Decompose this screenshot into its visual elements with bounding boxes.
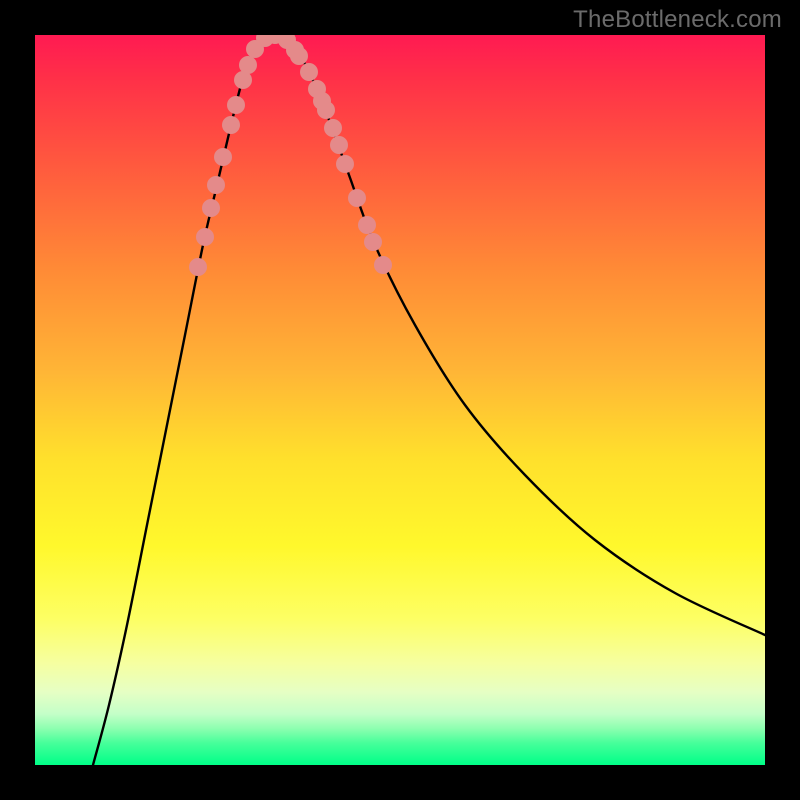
curve-markers	[190, 35, 392, 276]
data-marker	[215, 149, 232, 166]
data-marker	[228, 97, 245, 114]
data-marker	[337, 156, 354, 173]
data-marker	[349, 190, 366, 207]
data-marker	[235, 72, 252, 89]
data-marker	[301, 64, 318, 81]
data-marker	[190, 259, 207, 276]
data-marker	[331, 137, 348, 154]
data-marker	[291, 48, 308, 65]
curve-left-branch	[93, 35, 275, 765]
watermark-text: TheBottleneck.com	[573, 6, 782, 34]
data-marker	[208, 177, 225, 194]
data-marker	[325, 120, 342, 137]
data-marker	[359, 217, 376, 234]
data-marker	[365, 234, 382, 251]
data-marker	[197, 229, 214, 246]
data-marker	[240, 57, 257, 74]
chart-svg	[35, 35, 765, 765]
data-marker	[318, 102, 335, 119]
chart-frame: TheBottleneck.com	[0, 0, 800, 800]
curve-right-branch	[275, 35, 765, 635]
data-marker	[375, 257, 392, 274]
plot-area	[35, 35, 765, 765]
data-marker	[223, 117, 240, 134]
data-marker	[203, 200, 220, 217]
